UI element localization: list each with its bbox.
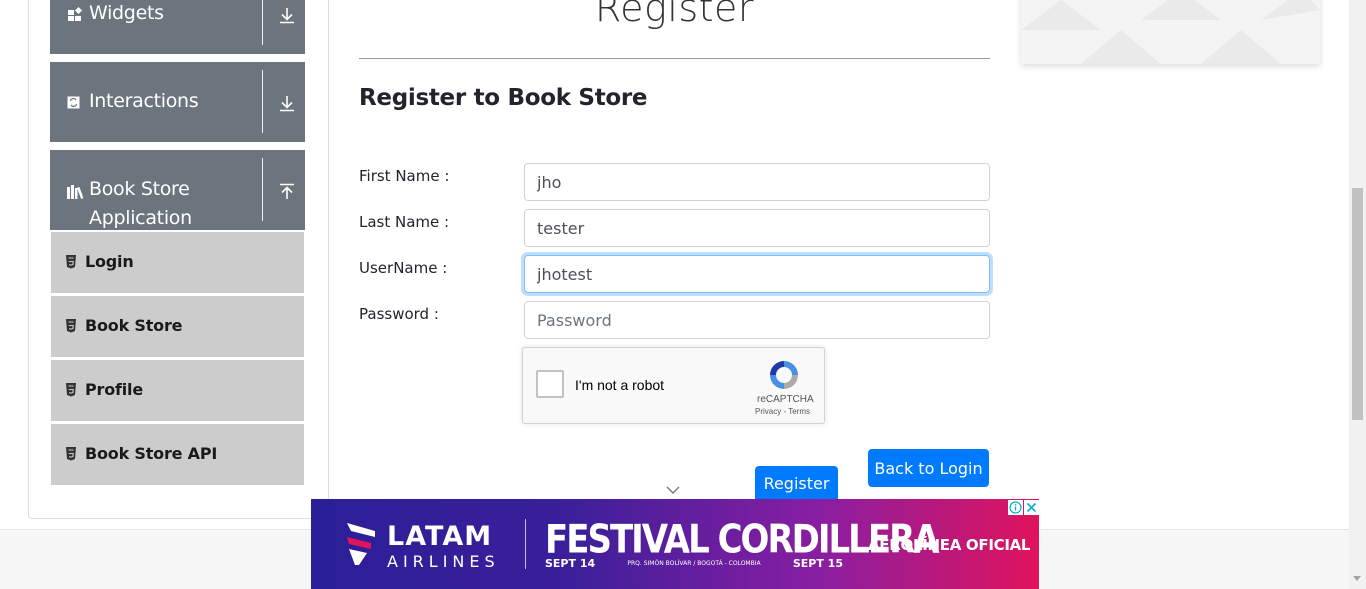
chevron-down-icon[interactable]	[666, 485, 680, 495]
scrollbar[interactable]	[1349, 0, 1366, 589]
divider	[525, 519, 526, 569]
sidebar-item-label: Login	[85, 252, 134, 271]
ad-brand: LATAM	[387, 521, 493, 552]
recaptcha-privacy-terms: Privacy - Terms	[755, 407, 810, 416]
form-title: Register to Book Store	[359, 85, 648, 111]
scroll-down-icon[interactable]	[1353, 576, 1361, 581]
html5-icon	[66, 255, 76, 269]
recaptcha-label: I'm not a robot	[575, 377, 665, 393]
sidebar-item-login[interactable]: Login	[51, 231, 304, 293]
first-name-label: First Name :	[359, 167, 450, 185]
recaptcha-brand: reCAPTCHA	[757, 394, 814, 405]
ad-tagline: AEROLÍNEA OFICIAL	[868, 536, 1031, 554]
divider	[262, 158, 263, 221]
ad-close-icon[interactable]	[1024, 500, 1039, 515]
scrollbar-thumb[interactable]	[1352, 188, 1363, 420]
ad-venue: PRQ. SIMÓN BOLÍVAR / BOGOTÁ - COLOMBIA	[627, 560, 761, 567]
sidebar-item-book-store-api[interactable]: Book Store API	[51, 423, 304, 485]
divider	[262, 0, 263, 45]
pattern-background	[1021, 0, 1320, 64]
ad-info-icon[interactable]	[1008, 500, 1023, 515]
sidebar-group-label: Widgets	[89, 2, 164, 24]
sidebar-item-label: Profile	[85, 380, 143, 399]
sidebar-group-interactions[interactable]: Interactions	[50, 62, 305, 142]
widgets-icon	[68, 7, 83, 21]
banner-advertisement[interactable]: LATAM AIRLINES FESTIVAL CORDILLERA SEPT …	[311, 499, 1039, 589]
last-name-label: Last Name :	[359, 213, 450, 231]
html5-icon	[66, 383, 76, 397]
divider	[359, 58, 990, 59]
recaptcha-checkbox[interactable]	[536, 370, 564, 398]
username-label: UserName :	[359, 259, 448, 277]
ad-date-end: SEPT 15	[792, 557, 843, 570]
recaptcha-privacy-link[interactable]: Privacy	[755, 407, 781, 416]
interactions-icon	[67, 96, 80, 109]
username-input[interactable]	[524, 255, 990, 293]
sidebar-group-label: Interactions	[89, 90, 199, 112]
sidebar-item-book-store[interactable]: Book Store	[51, 295, 304, 357]
html5-icon	[66, 319, 76, 333]
arrow-up-icon	[280, 183, 294, 199]
latam-logo-icon	[347, 523, 375, 565]
sidebar-item-label: Book Store	[85, 316, 183, 335]
sidebar-item-label: Book Store API	[85, 444, 218, 463]
recaptcha-logo-icon	[770, 361, 798, 389]
back-to-login-button[interactable]: Back to Login	[868, 449, 989, 487]
html5-icon	[66, 447, 76, 461]
books-icon	[67, 185, 84, 199]
first-name-input[interactable]	[524, 163, 990, 201]
arrow-down-icon	[280, 8, 294, 24]
arrow-down-icon	[280, 96, 294, 112]
password-label: Password :	[359, 305, 439, 323]
sidebar-item-profile[interactable]: Profile	[51, 359, 304, 421]
divider	[262, 70, 263, 133]
ad-date-start: SEPT 14	[545, 557, 596, 570]
side-advertisement[interactable]	[1021, 0, 1320, 64]
recaptcha-widget: I'm not a robot reCAPTCHA Privacy - Term…	[522, 347, 825, 424]
recaptcha-terms-link[interactable]: Terms	[788, 407, 810, 416]
last-name-input[interactable]	[524, 209, 990, 247]
page: Widgets Interactions Book Store Applicat…	[0, 0, 1366, 589]
page-title: Register	[594, 0, 755, 30]
ad-dates: SEPT 14 PRQ. SIMÓN BOLÍVAR / BOGOTÁ - CO…	[545, 557, 843, 570]
ad-brand-sub: AIRLINES	[387, 552, 500, 571]
password-input[interactable]	[524, 301, 990, 339]
sidebar-group-widgets[interactable]: Widgets	[50, 0, 305, 54]
sidebar-group-label-line2: Application	[89, 207, 192, 229]
sidebar-group-book-store-application[interactable]: Book Store Application	[50, 150, 305, 230]
sidebar-group-label-line1: Book Store	[89, 178, 190, 200]
